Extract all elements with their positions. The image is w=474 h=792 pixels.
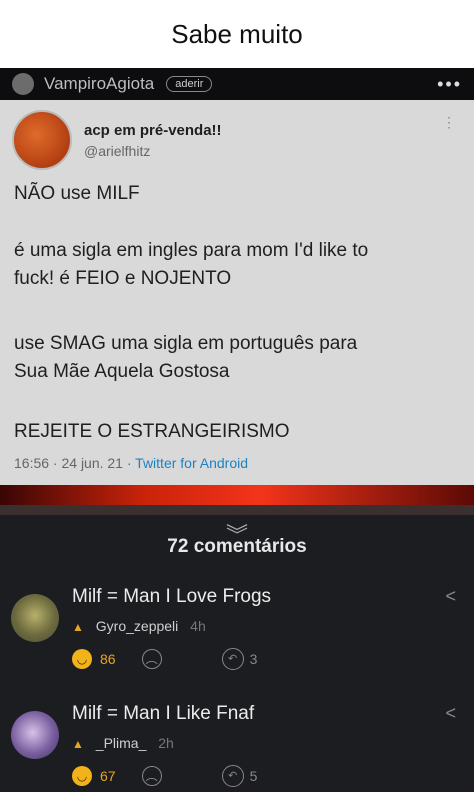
tweet-line: NÃO use MILF: [14, 183, 140, 204]
image-bottom-strip: [0, 485, 474, 505]
reply-count: 5: [249, 768, 258, 784]
meme-caption: Sabe muito: [171, 18, 303, 49]
comment-text: Milf = Man I Like Fnaf: [72, 703, 255, 724]
tweet-author-name: acp em pré-venda!!: [84, 121, 222, 139]
tweet-line: fuck! é FEIO e NOJENTO: [14, 268, 232, 289]
comment-text: Milf = Man I Love Frogs: [72, 586, 272, 607]
tweet-timestamp: 16:56 · 24 jun. 21 ·: [14, 455, 136, 471]
commenter-avatar[interactable]: [11, 594, 59, 642]
comment-age: 4h: [190, 618, 206, 634]
comment-user-line: ▲ _Plima_ 2h: [72, 735, 174, 751]
reply-count: 3: [249, 651, 258, 667]
tweet-line: é uma sigla em ingles para mom I'd like …: [14, 240, 369, 261]
comment-username[interactable]: Gyro_zeppeli: [96, 618, 179, 634]
reply-icon[interactable]: ↶: [221, 648, 244, 670]
tweet-image[interactable]: acp em pré-venda!! @arielfhitz ⋮ NÃO use…: [0, 100, 474, 485]
share-icon[interactable]: <: [445, 703, 456, 724]
post-container: VampiroAgiota aderir ••• acp em pré-vend…: [0, 68, 474, 792]
reply-icon[interactable]: ↶: [221, 765, 244, 787]
post-topbar: VampiroAgiota aderir •••: [0, 68, 474, 100]
tweet-meta: 16:56 · 24 jun. 21 · Twitter for Android: [14, 455, 248, 471]
comment-actions: ◡ 67 ︵ ↶ 5: [72, 765, 257, 787]
smile-icon[interactable]: ◡: [72, 766, 92, 786]
tweet-line: use SMAG uma sigla em português para: [14, 333, 358, 354]
smile-count: 67: [100, 768, 116, 784]
tweet-source: Twitter for Android: [135, 455, 248, 471]
comment-actions: ◡ 86 ︵ ↶ 3: [72, 648, 257, 670]
tweet-line: Sua Mãe Aquela Gostosa: [14, 361, 230, 382]
share-icon[interactable]: <: [445, 586, 456, 607]
badge-icon: ▲: [72, 620, 84, 634]
commenter-avatar[interactable]: [11, 711, 59, 759]
author-name[interactable]: VampiroAgiota: [44, 74, 154, 94]
sad-face-icon[interactable]: ︵: [141, 649, 162, 669]
smile-icon[interactable]: ◡: [72, 649, 92, 669]
tweet-avatar: [12, 110, 72, 170]
comment-user-line: ▲ Gyro_zeppeli 4h: [72, 618, 206, 634]
image-bottom-edge: [0, 505, 474, 515]
join-button[interactable]: aderir: [166, 76, 213, 92]
comment-username[interactable]: _Plima_: [96, 735, 147, 751]
tweet-menu-icon: ⋮: [442, 114, 456, 130]
more-options-icon[interactable]: •••: [437, 74, 462, 95]
tweet-line: REJEITE O ESTRANGEIRISMO: [14, 421, 290, 442]
comment-age: 2h: [158, 735, 174, 751]
author-avatar[interactable]: [12, 73, 34, 95]
tweet-header: acp em pré-venda!! @arielfhitz: [12, 110, 222, 170]
badge-icon: ▲: [72, 737, 84, 751]
sad-face-icon[interactable]: ︵: [141, 766, 162, 786]
smile-count: 86: [100, 651, 116, 667]
tweet-author-handle: @arielfhitz: [84, 142, 151, 159]
comments-count: 72 comentários: [167, 536, 307, 557]
